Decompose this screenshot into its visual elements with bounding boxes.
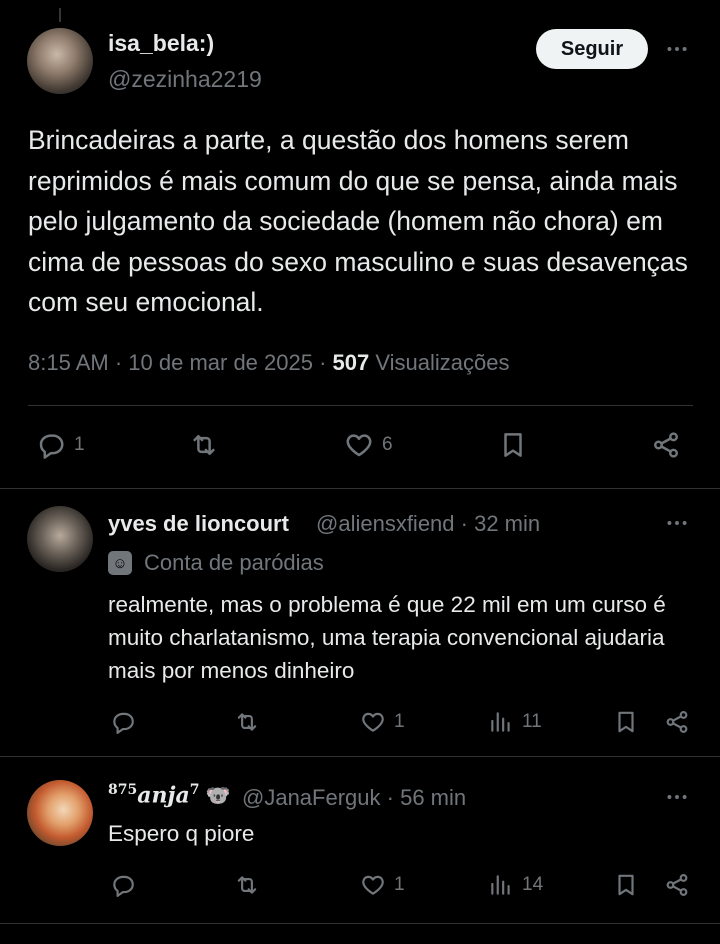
reply-button[interactable]: 1 <box>36 430 85 460</box>
more-icon[interactable] <box>662 785 692 809</box>
parody-text: Conta de paródias <box>144 550 324 575</box>
parody-mask-icon: ☺ <box>108 551 132 575</box>
like-button[interactable]: 1 <box>360 709 405 735</box>
meta-separator: · <box>108 350 129 375</box>
heart-icon <box>362 712 384 732</box>
name-superscript-left: 875 <box>108 782 138 798</box>
author-name[interactable]: isa_bela:) <box>108 30 214 57</box>
views-icon <box>491 875 510 895</box>
author-handle[interactable]: @aliensxfiend <box>316 511 455 536</box>
bookmark-icon <box>618 874 634 896</box>
post-time[interactable]: 8:15 AM <box>28 350 109 375</box>
meta-separator: · <box>454 511 475 536</box>
bookmark-button[interactable] <box>613 872 639 898</box>
author-handle-and-age: @aliensxfiend · 32 min <box>316 511 540 537</box>
bookmark-icon <box>504 433 522 457</box>
like-count: 1 <box>394 874 405 895</box>
like-count: 6 <box>382 434 393 455</box>
avatar[interactable] <box>27 28 93 94</box>
koala-emoji: 🐨 <box>205 783 231 808</box>
reply-icon <box>113 712 134 734</box>
view-count: 507 <box>332 350 370 375</box>
name-superscript-right: 7 <box>189 782 200 798</box>
bookmark-button[interactable] <box>498 430 528 460</box>
retweet-icon <box>237 876 257 894</box>
view-count: 11 <box>522 711 542 732</box>
author-name[interactable]: yves de lioncourt <box>108 511 289 537</box>
more-icon[interactable] <box>662 37 692 61</box>
reply-button[interactable] <box>110 872 136 898</box>
views-label: Visualizações <box>375 350 510 375</box>
retweet-icon <box>237 713 257 731</box>
post-age[interactable]: 56 min <box>400 785 466 810</box>
share-icon <box>666 711 688 733</box>
reply-icon <box>113 875 134 897</box>
reply-count: 1 <box>74 434 85 455</box>
views-button[interactable]: 14 <box>488 872 543 898</box>
more-icon[interactable] <box>662 511 692 535</box>
like-button[interactable]: 6 <box>344 430 393 460</box>
post-meta: 8:15 AM · 10 de mar de 2025 · 507 Visual… <box>28 350 510 376</box>
retweet-button[interactable] <box>234 709 260 735</box>
name-main: anja <box>137 782 190 809</box>
share-button[interactable] <box>664 709 690 735</box>
meta-separator: · <box>380 785 401 810</box>
reply-icon <box>39 434 64 459</box>
post-text: Brincadeiras a parte, a questão dos home… <box>28 125 688 317</box>
post-date[interactable]: 10 de mar de 2025 <box>128 350 313 375</box>
parody-label: ☺ Conta de paródias <box>108 550 324 576</box>
bookmark-icon <box>618 711 634 733</box>
heart-icon <box>362 875 384 895</box>
retweet-icon <box>193 435 215 455</box>
views-icon <box>491 712 510 732</box>
follow-button[interactable]: Seguir <box>536 29 648 69</box>
author-name[interactable]: 875anja7 🐨 <box>108 782 230 808</box>
avatar[interactable] <box>27 780 93 846</box>
bookmark-button[interactable] <box>613 709 639 735</box>
reply-text: realmente, mas o problema é que 22 mil e… <box>108 592 666 683</box>
author-handle[interactable]: @JanaFerguk <box>242 785 381 810</box>
reply-button[interactable] <box>110 709 136 735</box>
author-handle[interactable]: @zezinha2219 <box>108 66 262 93</box>
views-button[interactable]: 11 <box>488 709 542 735</box>
like-count: 1 <box>394 711 405 732</box>
divider <box>28 405 693 406</box>
meta-separator: · <box>312 350 333 375</box>
share-icon <box>666 874 688 896</box>
like-button[interactable]: 1 <box>360 872 405 898</box>
reply-text: Espero q piore <box>108 821 255 846</box>
share-icon <box>654 432 678 458</box>
heart-icon <box>346 434 372 457</box>
view-count: 14 <box>522 874 544 895</box>
retweet-button[interactable] <box>189 430 219 460</box>
post-age[interactable]: 32 min <box>474 511 540 536</box>
retweet-button[interactable] <box>234 872 260 898</box>
main-post: isa_bela:) @zezinha2219 Seguir Brincadei… <box>0 0 720 489</box>
share-button[interactable] <box>651 430 681 460</box>
author-handle-and-age: @JanaFerguk · 56 min <box>242 785 466 811</box>
avatar[interactable] <box>27 506 93 572</box>
share-button[interactable] <box>664 872 690 898</box>
